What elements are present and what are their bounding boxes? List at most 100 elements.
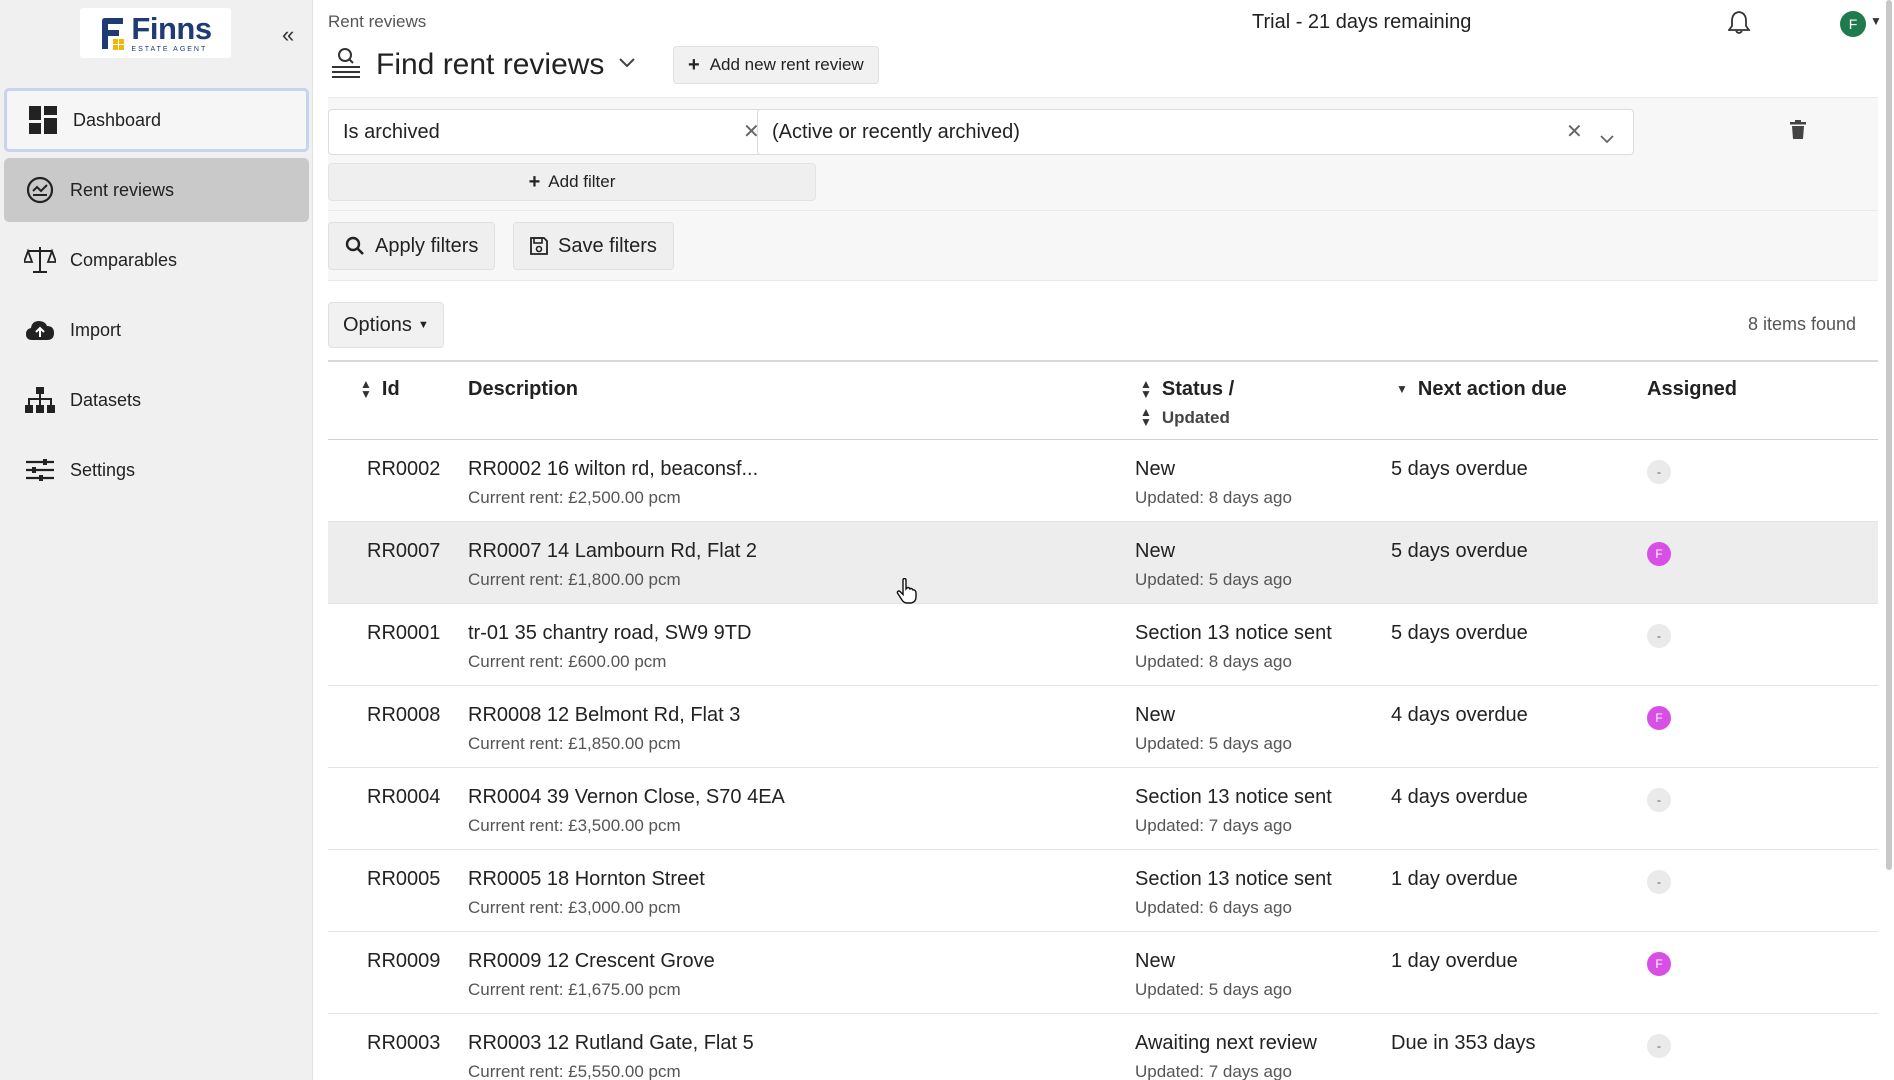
apply-filters-button[interactable]: Apply filters (328, 222, 496, 270)
assignee-avatar: - (1647, 870, 1671, 894)
table-row[interactable]: RR0005 RR0005 18 Hornton Street Current … (328, 850, 1878, 932)
row-rent: Current rent: £1,675.00 pcm (468, 980, 681, 999)
hierarchy-icon (24, 384, 56, 416)
row-updated: Updated: 5 days ago (1135, 980, 1292, 999)
hand-pointer-cursor-icon (896, 577, 918, 609)
column-header-description: Description (468, 378, 579, 400)
filter-panel: Is archived ✕ (Active or recently archiv… (328, 97, 1878, 211)
row-next-action: 5 days overdue (1391, 622, 1528, 644)
options-label: Options (343, 313, 412, 336)
table-row[interactable]: RR0002 RR0002 16 wilton rd, beaconsf... … (328, 440, 1878, 522)
row-id: RR0004 (367, 786, 441, 808)
sort-icon: ▲ ▼ (360, 376, 372, 401)
row-id: RR0003 (367, 1032, 441, 1054)
row-status: New (1135, 704, 1176, 726)
column-header-id[interactable]: ▲ ▼ Id (360, 378, 400, 401)
sidebar-item-label: Comparables (70, 249, 178, 270)
assignee-avatar: F (1647, 706, 1671, 730)
breadcrumb[interactable]: Rent reviews (328, 12, 426, 32)
sidebar-item-rent-reviews[interactable]: Rent reviews (4, 158, 309, 222)
assignee-avatar: F (1647, 952, 1671, 976)
row-rent: Current rent: £3,500.00 pcm (468, 816, 681, 835)
row-updated: Updated: 5 days ago (1135, 734, 1292, 753)
items-found-count: 8 items found (1747, 314, 1856, 334)
clear-icon[interactable]: ✕ (1566, 119, 1583, 144)
row-rent: Current rent: £3,000.00 pcm (468, 898, 681, 917)
assignee-avatar: - (1647, 624, 1671, 648)
row-description: RR0008 12 Belmont Rd, Flat 3 (468, 704, 741, 726)
user-avatar[interactable]: F (1840, 11, 1866, 37)
table-row[interactable]: RR0009 RR0009 12 Crescent Grove Current … (328, 932, 1878, 1014)
row-status: New (1135, 540, 1176, 562)
filter-field-select[interactable]: Is archived ✕ (328, 109, 816, 155)
filter-actions: Apply filters Save filters (328, 211, 1878, 281)
brand-logo[interactable]: Finns ESTATE AGENT (80, 8, 231, 58)
sidebar-item-label: Settings (70, 459, 136, 480)
options-dropdown-button[interactable]: Options ▼ (328, 302, 444, 348)
add-rent-review-button[interactable]: + Add new rent review (673, 46, 879, 84)
brand-name: Finns (131, 11, 212, 46)
sidebar-item-label: Import (70, 319, 122, 340)
sidebar-item-datasets[interactable]: Datasets (4, 368, 309, 432)
row-rent: Current rent: £600.00 pcm (468, 652, 667, 671)
trial-banner: Trial - 21 days remaining (1252, 11, 1472, 33)
sidebar-item-import[interactable]: Import (4, 298, 309, 362)
sort-icon: ▲ ▼ (1140, 405, 1152, 429)
table-row[interactable]: RR0001 tr-01 35 chantry road, SW9 9TD Cu… (328, 604, 1878, 686)
collapse-sidebar-button[interactable]: « (282, 22, 294, 48)
search-list-icon (332, 46, 362, 83)
chevron-down-icon[interactable] (618, 56, 636, 74)
sort-desc-icon: ▼ (1396, 381, 1408, 396)
row-rent: Current rent: £1,850.00 pcm (468, 734, 681, 753)
sidebar: Finns ESTATE AGENT « Dashboard Rent revi… (0, 0, 313, 1080)
row-next-action: 1 day overdue (1391, 950, 1518, 972)
row-status: Section 13 notice sent (1135, 786, 1332, 808)
plus-icon: + (528, 170, 541, 193)
sliders-icon (24, 454, 56, 486)
row-id: RR0007 (367, 540, 441, 562)
row-rent: Current rent: £5,550.00 pcm (468, 1062, 681, 1080)
sidebar-item-settings[interactable]: Settings (4, 438, 309, 502)
assignee-avatar: - (1647, 788, 1671, 812)
vertical-scrollbar[interactable] (1886, 0, 1892, 870)
notifications-bell-icon[interactable] (1727, 10, 1751, 39)
row-next-action: 1 day overdue (1391, 868, 1518, 890)
row-next-action: 5 days overdue (1391, 540, 1528, 562)
table-row[interactable]: RR0008 RR0008 12 Belmont Rd, Flat 3 Curr… (328, 686, 1878, 768)
table-row[interactable]: RR0004 RR0004 39 Vernon Close, S70 4EA C… (328, 768, 1878, 850)
save-filters-button[interactable]: Save filters (513, 222, 674, 270)
row-description: RR0002 16 wilton rd, beaconsf... (468, 458, 759, 480)
trash-icon[interactable] (1790, 120, 1806, 144)
row-status: Awaiting next review (1135, 1032, 1317, 1054)
row-rent: Current rent: £1,800.00 pcm (468, 570, 681, 589)
row-updated: Updated: 7 days ago (1135, 1062, 1292, 1080)
table-row[interactable]: RR0007 RR0007 14 Lambourn Rd, Flat 2 Cur… (328, 522, 1878, 604)
row-description: RR0007 14 Lambourn Rd, Flat 2 (468, 540, 758, 562)
add-filter-button[interactable]: + Add filter (328, 163, 816, 201)
rent-review-icon (24, 174, 56, 206)
sidebar-item-comparables[interactable]: Comparables (4, 228, 309, 292)
save-filters-label: Save filters (558, 234, 657, 257)
assignee-avatar: - (1647, 1034, 1671, 1058)
row-id: RR0009 (367, 950, 441, 972)
user-menu-caret-icon[interactable]: ▼ (1870, 14, 1882, 28)
sidebar-item-dashboard[interactable]: Dashboard (4, 88, 309, 152)
filter-field-value: Is archived (343, 120, 440, 143)
column-header-next-action[interactable]: ▼ Next action due (1396, 378, 1567, 401)
caret-down-icon: ▼ (417, 319, 429, 331)
row-status: New (1135, 950, 1176, 972)
row-updated: Updated: 8 days ago (1135, 488, 1292, 507)
search-icon (345, 236, 364, 255)
column-header-status[interactable]: ▲ ▼ Status / (1140, 378, 1234, 401)
row-next-action: 5 days overdue (1391, 458, 1528, 480)
sidebar-item-label: Datasets (70, 389, 142, 410)
table-row[interactable]: RR0003 RR0003 12 Rutland Gate, Flat 5 Cu… (328, 1014, 1878, 1080)
column-header-updated[interactable]: ▲ ▼ Updated (1140, 405, 1230, 429)
row-next-action: 4 days overdue (1391, 786, 1528, 808)
filter-value-select[interactable]: (Active or recently archived) ✕ (757, 109, 1634, 155)
chevron-down-icon[interactable] (1600, 127, 1614, 150)
main-content: Rent reviews Trial - 21 days remaining F… (314, 0, 1882, 1080)
row-id: RR0001 (367, 622, 441, 644)
row-updated: Updated: 8 days ago (1135, 652, 1292, 671)
row-updated: Updated: 7 days ago (1135, 816, 1292, 835)
